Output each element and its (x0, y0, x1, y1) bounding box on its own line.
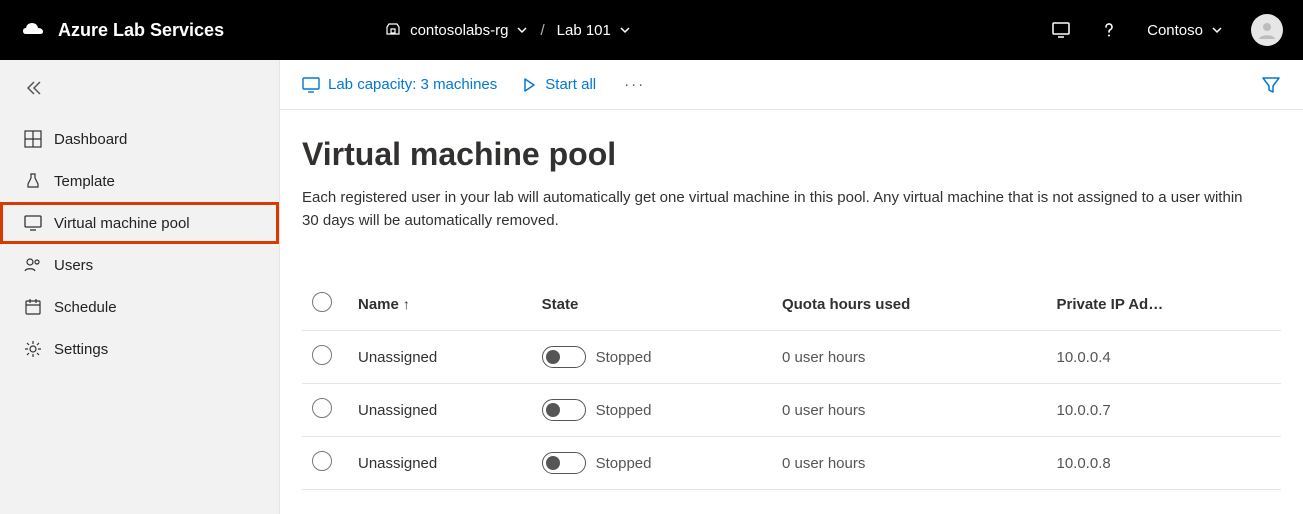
cell-quota: 0 user hours (772, 384, 1047, 437)
azure-logo-icon (20, 20, 46, 40)
cell-ip: 10.0.0.7 (1046, 384, 1281, 437)
page-description: Each registered user in your lab will au… (302, 187, 1262, 232)
chevron-down-icon (516, 24, 528, 36)
state-label: Stopped (596, 455, 652, 472)
breadcrumb-lab[interactable]: Lab 101 (557, 22, 631, 39)
sidebar-item-vm-pool[interactable]: Virtual machine pool (0, 202, 279, 244)
lab-capacity-label: Lab capacity: 3 machines (328, 76, 497, 93)
row-select-radio[interactable] (312, 345, 332, 365)
table-row[interactable]: Unassigned Stopped 0 user hours10.0.0.4 (302, 331, 1281, 384)
breadcrumb-separator: / (540, 22, 544, 39)
content: Virtual machine pool Each registered use… (280, 110, 1303, 490)
cell-quota: 0 user hours (772, 331, 1047, 384)
table-row[interactable]: Unassigned Stopped 0 user hours10.0.0.7 (302, 384, 1281, 437)
row-select-radio[interactable] (312, 451, 332, 471)
state-label: Stopped (596, 402, 652, 419)
start-all-button[interactable]: Start all (521, 76, 596, 93)
template-icon (24, 172, 42, 190)
select-all-radio[interactable] (312, 292, 332, 312)
cell-ip: 10.0.0.4 (1046, 331, 1281, 384)
column-header-name[interactable]: Name↑ (348, 278, 532, 331)
cell-name: Unassigned (348, 384, 532, 437)
filter-button[interactable] (1261, 75, 1281, 95)
page-title: Virtual machine pool (302, 136, 1281, 173)
state-label: Stopped (596, 349, 652, 366)
top-right: Contoso (1051, 14, 1283, 46)
brand-name: Azure Lab Services (58, 20, 224, 41)
monitor-icon (24, 214, 42, 232)
resource-group-icon (384, 21, 402, 39)
cell-name: Unassigned (348, 437, 532, 490)
column-header-state[interactable]: State (532, 278, 772, 331)
cell-state: Stopped (532, 437, 772, 490)
column-header-quota[interactable]: Quota hours used (772, 278, 1047, 331)
brand[interactable]: Azure Lab Services (20, 20, 224, 41)
breadcrumb-lab-label: Lab 101 (557, 22, 611, 39)
top-bar: Azure Lab Services contosolabs-rg / Lab … (0, 0, 1303, 60)
sidebar-item-label: Settings (54, 341, 108, 358)
power-toggle[interactable] (542, 452, 586, 474)
cell-ip: 10.0.0.8 (1046, 437, 1281, 490)
sidebar-item-template[interactable]: Template (0, 160, 279, 202)
power-toggle[interactable] (542, 399, 586, 421)
sidebar-item-dashboard[interactable]: Dashboard (0, 118, 279, 160)
org-switcher[interactable]: Contoso (1147, 22, 1223, 39)
column-header-ip[interactable]: Private IP Ad… (1046, 278, 1281, 331)
main: Lab capacity: 3 machines Start all ··· V… (280, 60, 1303, 514)
sidebar: Dashboard Template Virtual machine pool … (0, 60, 280, 514)
sidebar-item-label: Template (54, 173, 115, 190)
cell-state: Stopped (532, 331, 772, 384)
user-avatar[interactable] (1251, 14, 1283, 46)
sidebar-item-users[interactable]: Users (0, 244, 279, 286)
sidebar-item-settings[interactable]: Settings (0, 328, 279, 370)
play-icon (521, 77, 537, 93)
command-bar: Lab capacity: 3 machines Start all ··· (280, 60, 1303, 110)
users-icon (24, 256, 42, 274)
monitor-icon[interactable] (1051, 20, 1071, 40)
org-label: Contoso (1147, 22, 1203, 39)
sidebar-item-label: Users (54, 257, 93, 274)
sidebar-item-schedule[interactable]: Schedule (0, 286, 279, 328)
cell-quota: 0 user hours (772, 437, 1047, 490)
gear-icon (24, 340, 42, 358)
dashboard-icon (24, 130, 42, 148)
sidebar-item-label: Virtual machine pool (54, 215, 190, 232)
help-icon[interactable] (1099, 20, 1119, 40)
monitor-icon (302, 76, 320, 94)
lab-capacity-button[interactable]: Lab capacity: 3 machines (302, 76, 497, 94)
sort-ascending-icon: ↑ (403, 296, 410, 312)
cell-name: Unassigned (348, 331, 532, 384)
vm-table: Name↑ State Quota hours used Private IP … (302, 278, 1281, 490)
table-row[interactable]: Unassigned Stopped 0 user hours10.0.0.8 (302, 437, 1281, 490)
breadcrumb-rg-label: contosolabs-rg (410, 22, 508, 39)
breadcrumbs: contosolabs-rg / Lab 101 (384, 21, 631, 39)
calendar-icon (24, 298, 42, 316)
power-toggle[interactable] (542, 346, 586, 368)
sidebar-item-label: Dashboard (54, 131, 127, 148)
chevron-down-icon (619, 24, 631, 36)
sidebar-item-label: Schedule (54, 299, 117, 316)
collapse-sidebar-button[interactable] (0, 76, 279, 118)
breadcrumb-resource-group[interactable]: contosolabs-rg (384, 21, 528, 39)
more-commands-button[interactable]: ··· (620, 76, 649, 93)
start-all-label: Start all (545, 76, 596, 93)
cell-state: Stopped (532, 384, 772, 437)
row-select-radio[interactable] (312, 398, 332, 418)
chevron-down-icon (1211, 24, 1223, 36)
